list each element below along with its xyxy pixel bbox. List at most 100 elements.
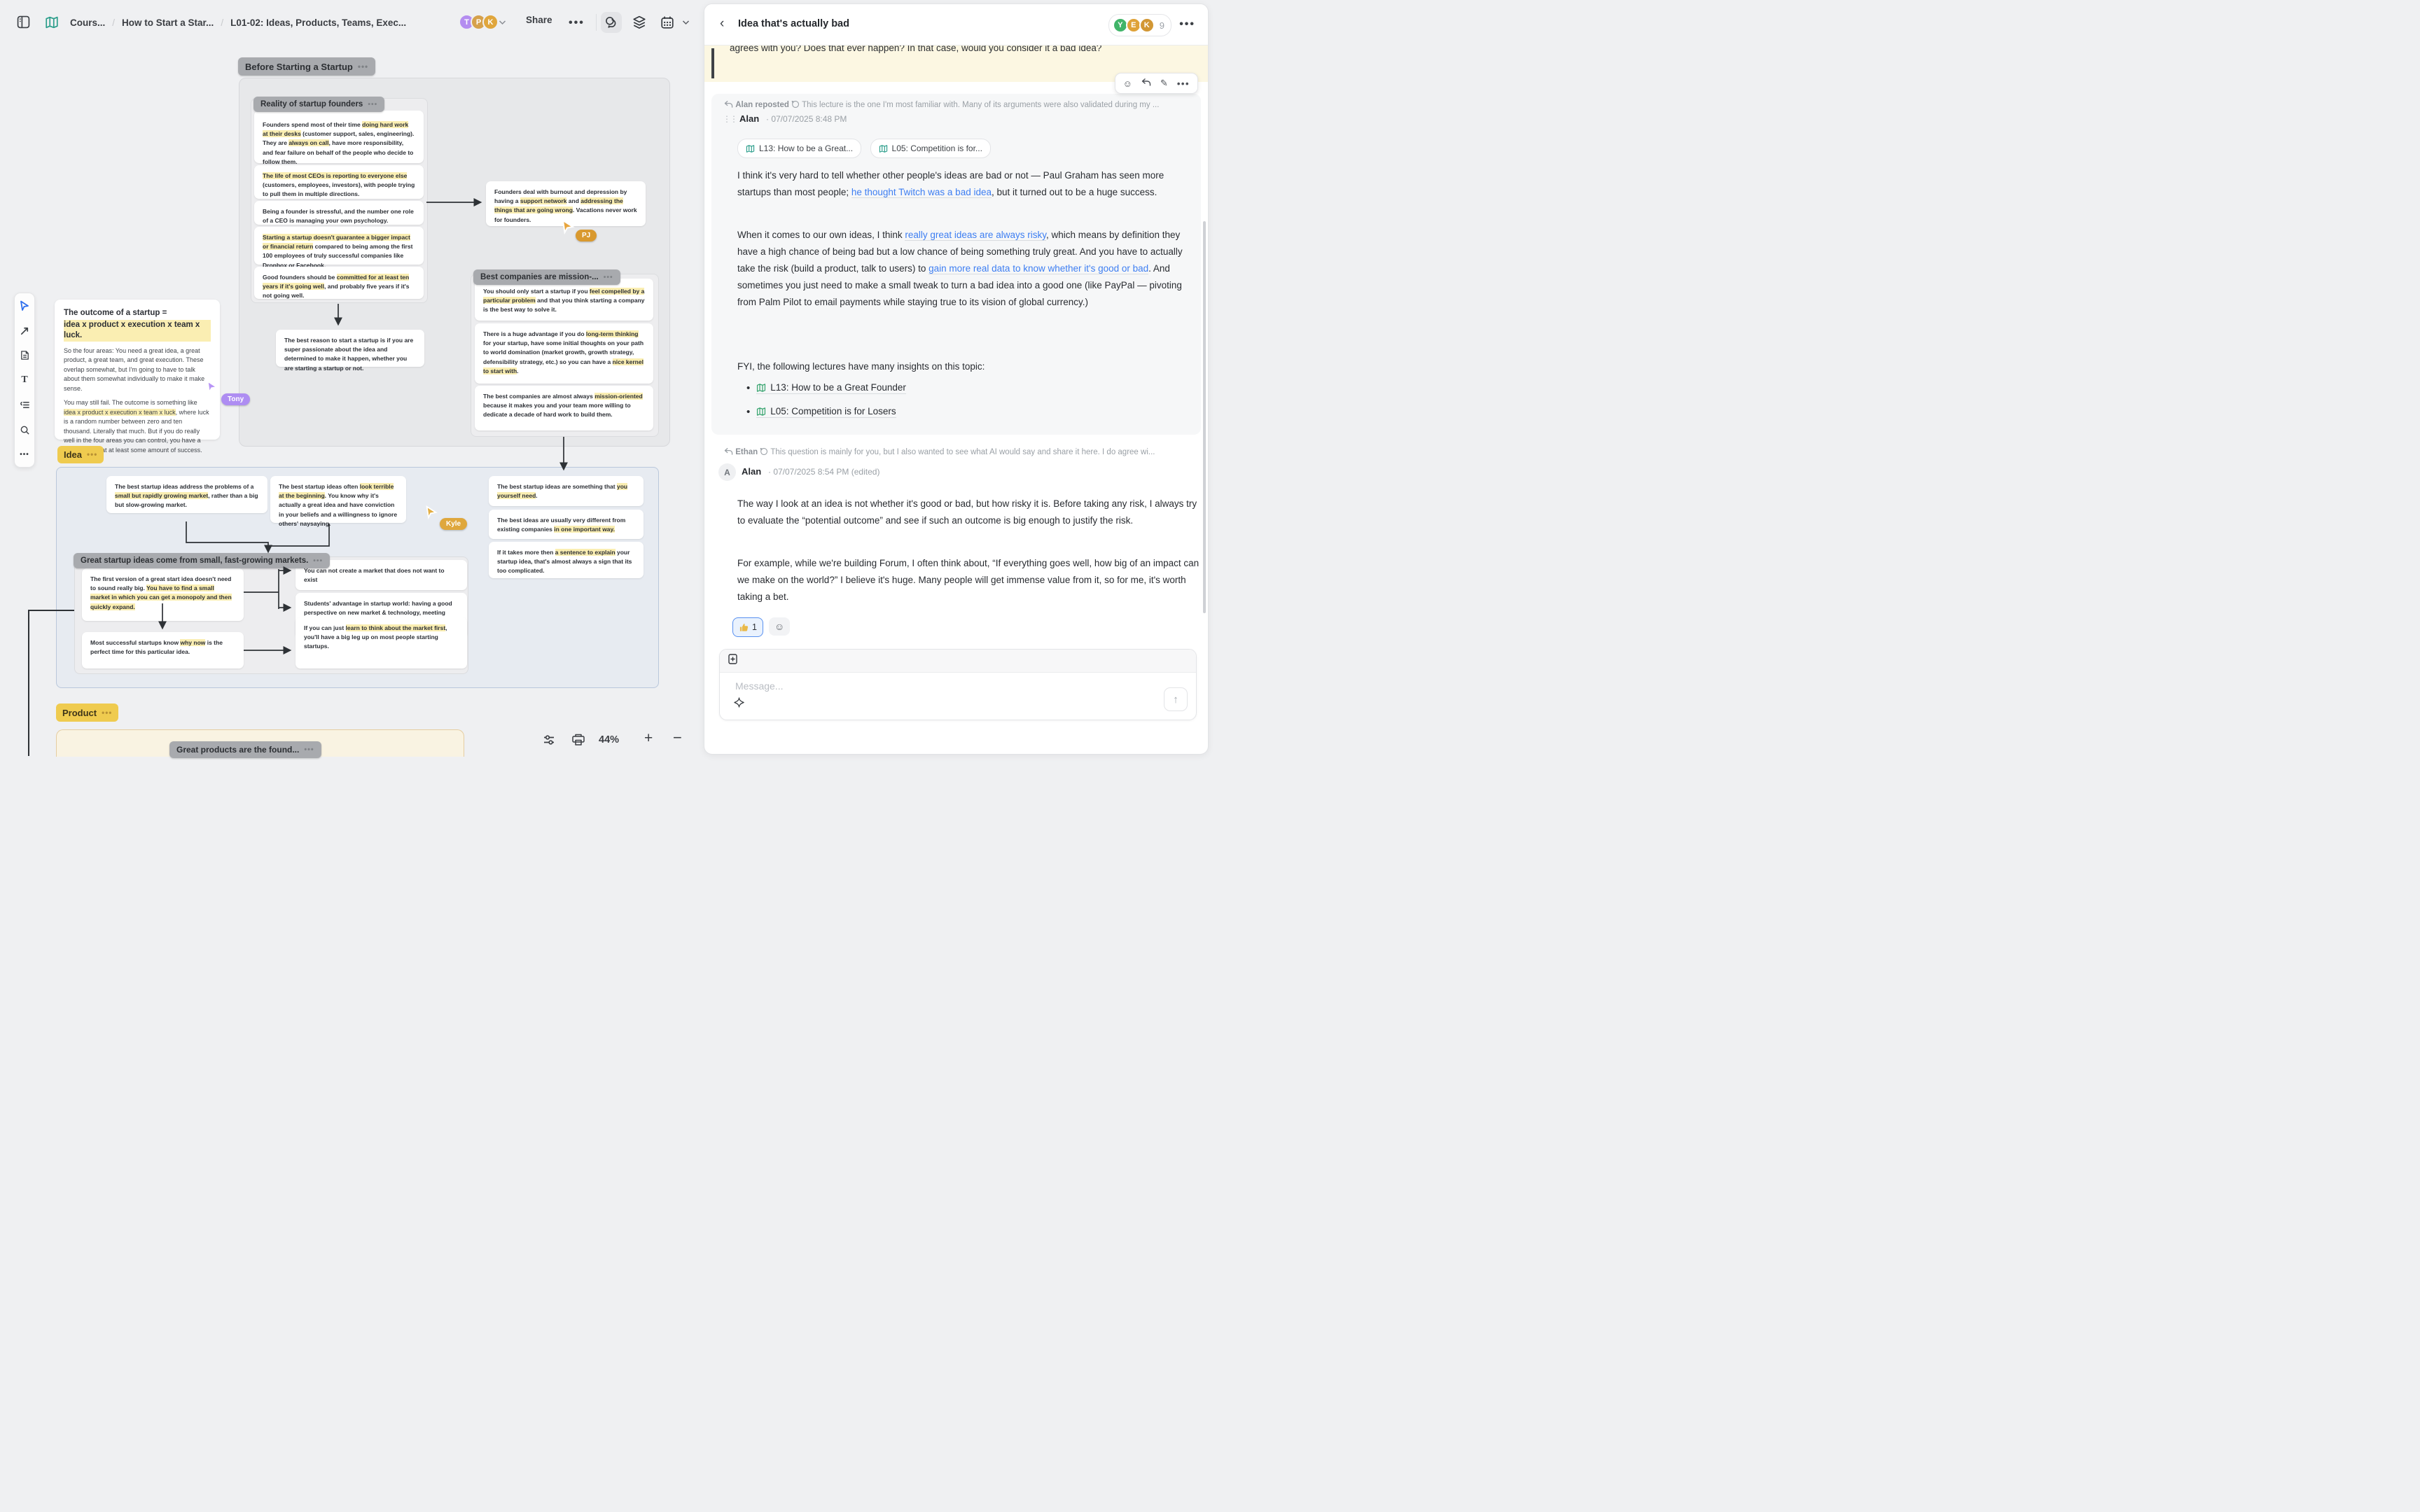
chip-label: L05: Competition is for... (892, 144, 982, 153)
sidebar-toggle-icon[interactable] (17, 15, 31, 29)
section-label-idea[interactable]: Idea ••• (57, 446, 104, 463)
section-label-text: Product (62, 708, 97, 718)
thread-more-button[interactable]: ••• (1179, 18, 1195, 31)
view-settings-icon[interactable] (542, 733, 556, 750)
chip-label: L13: How to be a Great... (759, 144, 853, 153)
sticky-note[interactable]: The best startup ideas are something tha… (489, 476, 644, 506)
more-icon[interactable]: ••• (102, 708, 112, 718)
sticky-note[interactable]: You should only start a startup if you f… (475, 279, 653, 321)
repost-text: This lecture is the one I'm most familia… (802, 101, 1159, 109)
message-paragraph: For example, while we're building Forum,… (737, 555, 1199, 606)
more-icon[interactable]: ••• (1177, 78, 1190, 89)
connector-tool-icon[interactable] (19, 325, 31, 337)
calendar-chevron-down-icon[interactable] (682, 20, 690, 25)
group-label-reality[interactable]: Reality of startup founders ••• (253, 97, 384, 112)
composer-placeholder[interactable]: Message... (735, 680, 783, 692)
message-author[interactable]: Alan (742, 466, 761, 477)
repost-row[interactable]: Alan reposted This lecture is the one I'… (724, 100, 1197, 109)
outline-tool-icon[interactable] (19, 399, 31, 411)
quote-text: agrees with you? Does that ever happen? … (730, 46, 1180, 56)
sticky-note[interactable]: Most successful startups know why now is… (82, 632, 244, 668)
present-icon[interactable] (571, 733, 585, 750)
sticky-note[interactable]: The life of most CEOs is reporting to ev… (254, 165, 424, 199)
bullet-dot: • (746, 382, 750, 394)
group-label-great-products[interactable]: Great products are the found... ••• (169, 741, 321, 758)
breadcrumb-board[interactable]: How to Start a Star... (122, 18, 214, 28)
sticky-note[interactable]: The best startup ideas address the probl… (106, 476, 267, 513)
sticky-note[interactable]: The best companies are almost always mis… (475, 386, 653, 430)
more-icon[interactable]: ••• (304, 746, 314, 754)
message-composer[interactable]: Message... ↑ (719, 649, 1197, 720)
sticky-note[interactable]: If you can just learn to think about the… (295, 617, 467, 668)
calendar-button[interactable] (657, 12, 678, 33)
sticky-note[interactable]: If it takes more then a sentence to expl… (489, 542, 644, 578)
ai-sparkle-icon[interactable] (734, 697, 744, 711)
comments-button[interactable] (601, 12, 622, 33)
avatar[interactable]: K (1139, 18, 1155, 33)
more-icon[interactable]: ••• (313, 557, 323, 565)
repost-row[interactable]: Ethan This question is mainly for you, b… (724, 447, 1197, 456)
collaborator-avatars[interactable]: T P K (459, 14, 499, 30)
more-icon[interactable]: ••• (368, 101, 377, 108)
sticky-note[interactable]: The first version of a great start idea … (82, 568, 244, 621)
react-emoji-icon[interactable]: ☺ (1123, 78, 1132, 89)
zoom-in-button[interactable]: + (644, 730, 653, 747)
group-label-great-ideas[interactable]: Great startup ideas come from small, fas… (74, 553, 330, 568)
sticky-note[interactable]: Good founders should be committed for at… (254, 267, 424, 299)
back-button[interactable]: ‹ (720, 16, 724, 31)
section-label-before-starting[interactable]: Before Starting a Startup ••• (238, 57, 375, 76)
lecture-chip[interactable]: L13: How to be a Great... (737, 139, 861, 158)
breadcrumb-page[interactable]: L01-02: Ideas, Products, Teams, Exec... (230, 18, 406, 28)
edit-icon[interactable]: ✎ (1160, 78, 1168, 89)
sticky-note[interactable]: The best startup ideas often look terrib… (270, 476, 406, 523)
outcome-formula-note[interactable]: The outcome of a startup = idea x produc… (55, 300, 220, 440)
more-icon[interactable]: ••• (87, 450, 97, 459)
thread-members[interactable]: Y E K 9 (1108, 14, 1171, 36)
lecture-link[interactable]: • L05: Competition is for Losers (746, 406, 896, 418)
cursor-label-kyle: Kyle (440, 518, 467, 530)
lecture-chip[interactable]: L05: Competition is for... (870, 139, 991, 158)
send-button[interactable]: ↑ (1164, 687, 1188, 711)
more-icon[interactable]: ••• (358, 62, 368, 71)
sticky-note[interactable]: The best reason to start a startup is if… (276, 330, 424, 367)
toolbar-more-button[interactable]: ••• (569, 17, 585, 29)
lecture-link-label: L05: Competition is for Losers (770, 406, 896, 416)
lecture-link[interactable]: • L13: How to be a Great Founder (746, 382, 906, 394)
breadcrumb-course[interactable]: Cours... (70, 18, 105, 28)
note-tool-icon[interactable] (19, 349, 31, 361)
select-tool-icon[interactable] (19, 300, 31, 312)
insert-block-icon[interactable] (728, 654, 737, 668)
message-author[interactable]: Alan (739, 113, 759, 124)
share-button[interactable]: Share (526, 15, 552, 25)
layers-button[interactable] (629, 12, 650, 33)
sticky-note[interactable]: Founders spend most of their time doing … (254, 111, 424, 163)
thread-title: Idea that's actually bad (738, 18, 849, 29)
sticky-note[interactable]: Being a founder is stressful, and the nu… (254, 201, 424, 225)
thumbs-up-reaction[interactable]: 1 (732, 617, 763, 637)
panel-scrollbar[interactable] (1203, 221, 1206, 613)
more-icon[interactable]: ••• (604, 274, 613, 281)
more-tools-icon[interactable]: ••• (19, 449, 31, 461)
sticky-note[interactable]: The best ideas are usually very differen… (489, 510, 644, 539)
add-reaction-button[interactable]: ☺ (769, 617, 790, 636)
sticky-note[interactable]: There is a huge advantage if you do long… (475, 323, 653, 384)
cursor-pj-icon (560, 219, 576, 234)
zoom-out-button[interactable]: − (673, 729, 682, 747)
sticky-note[interactable]: Starting a startup doesn't guarantee a b… (254, 227, 424, 265)
outcome-title: The outcome of a startup = (64, 308, 211, 319)
tool-rail: T ••• (14, 293, 35, 468)
message-timestamp: · 07/07/2025 8:54 PM (edited) (768, 467, 879, 477)
breadcrumb-separator: / (112, 18, 115, 28)
message-timestamp: · 07/07/2025 8:48 PM (766, 114, 847, 124)
zoom-level[interactable]: 44% (599, 734, 619, 746)
drag-handle-icon[interactable]: ⋮⋮ (723, 114, 737, 124)
avatars-chevron-down-icon[interactable] (499, 20, 506, 25)
search-tool-icon[interactable] (19, 424, 31, 436)
avatar[interactable]: K (482, 14, 499, 30)
text-tool-icon[interactable]: T (19, 374, 31, 386)
map-icon[interactable] (45, 15, 59, 29)
group-label-text: Reality of startup founders (260, 100, 363, 108)
group-label-best-companies[interactable]: Best companies are mission-... ••• (473, 270, 620, 285)
reply-icon[interactable] (1141, 78, 1151, 89)
section-label-product[interactable]: Product ••• (56, 704, 118, 722)
